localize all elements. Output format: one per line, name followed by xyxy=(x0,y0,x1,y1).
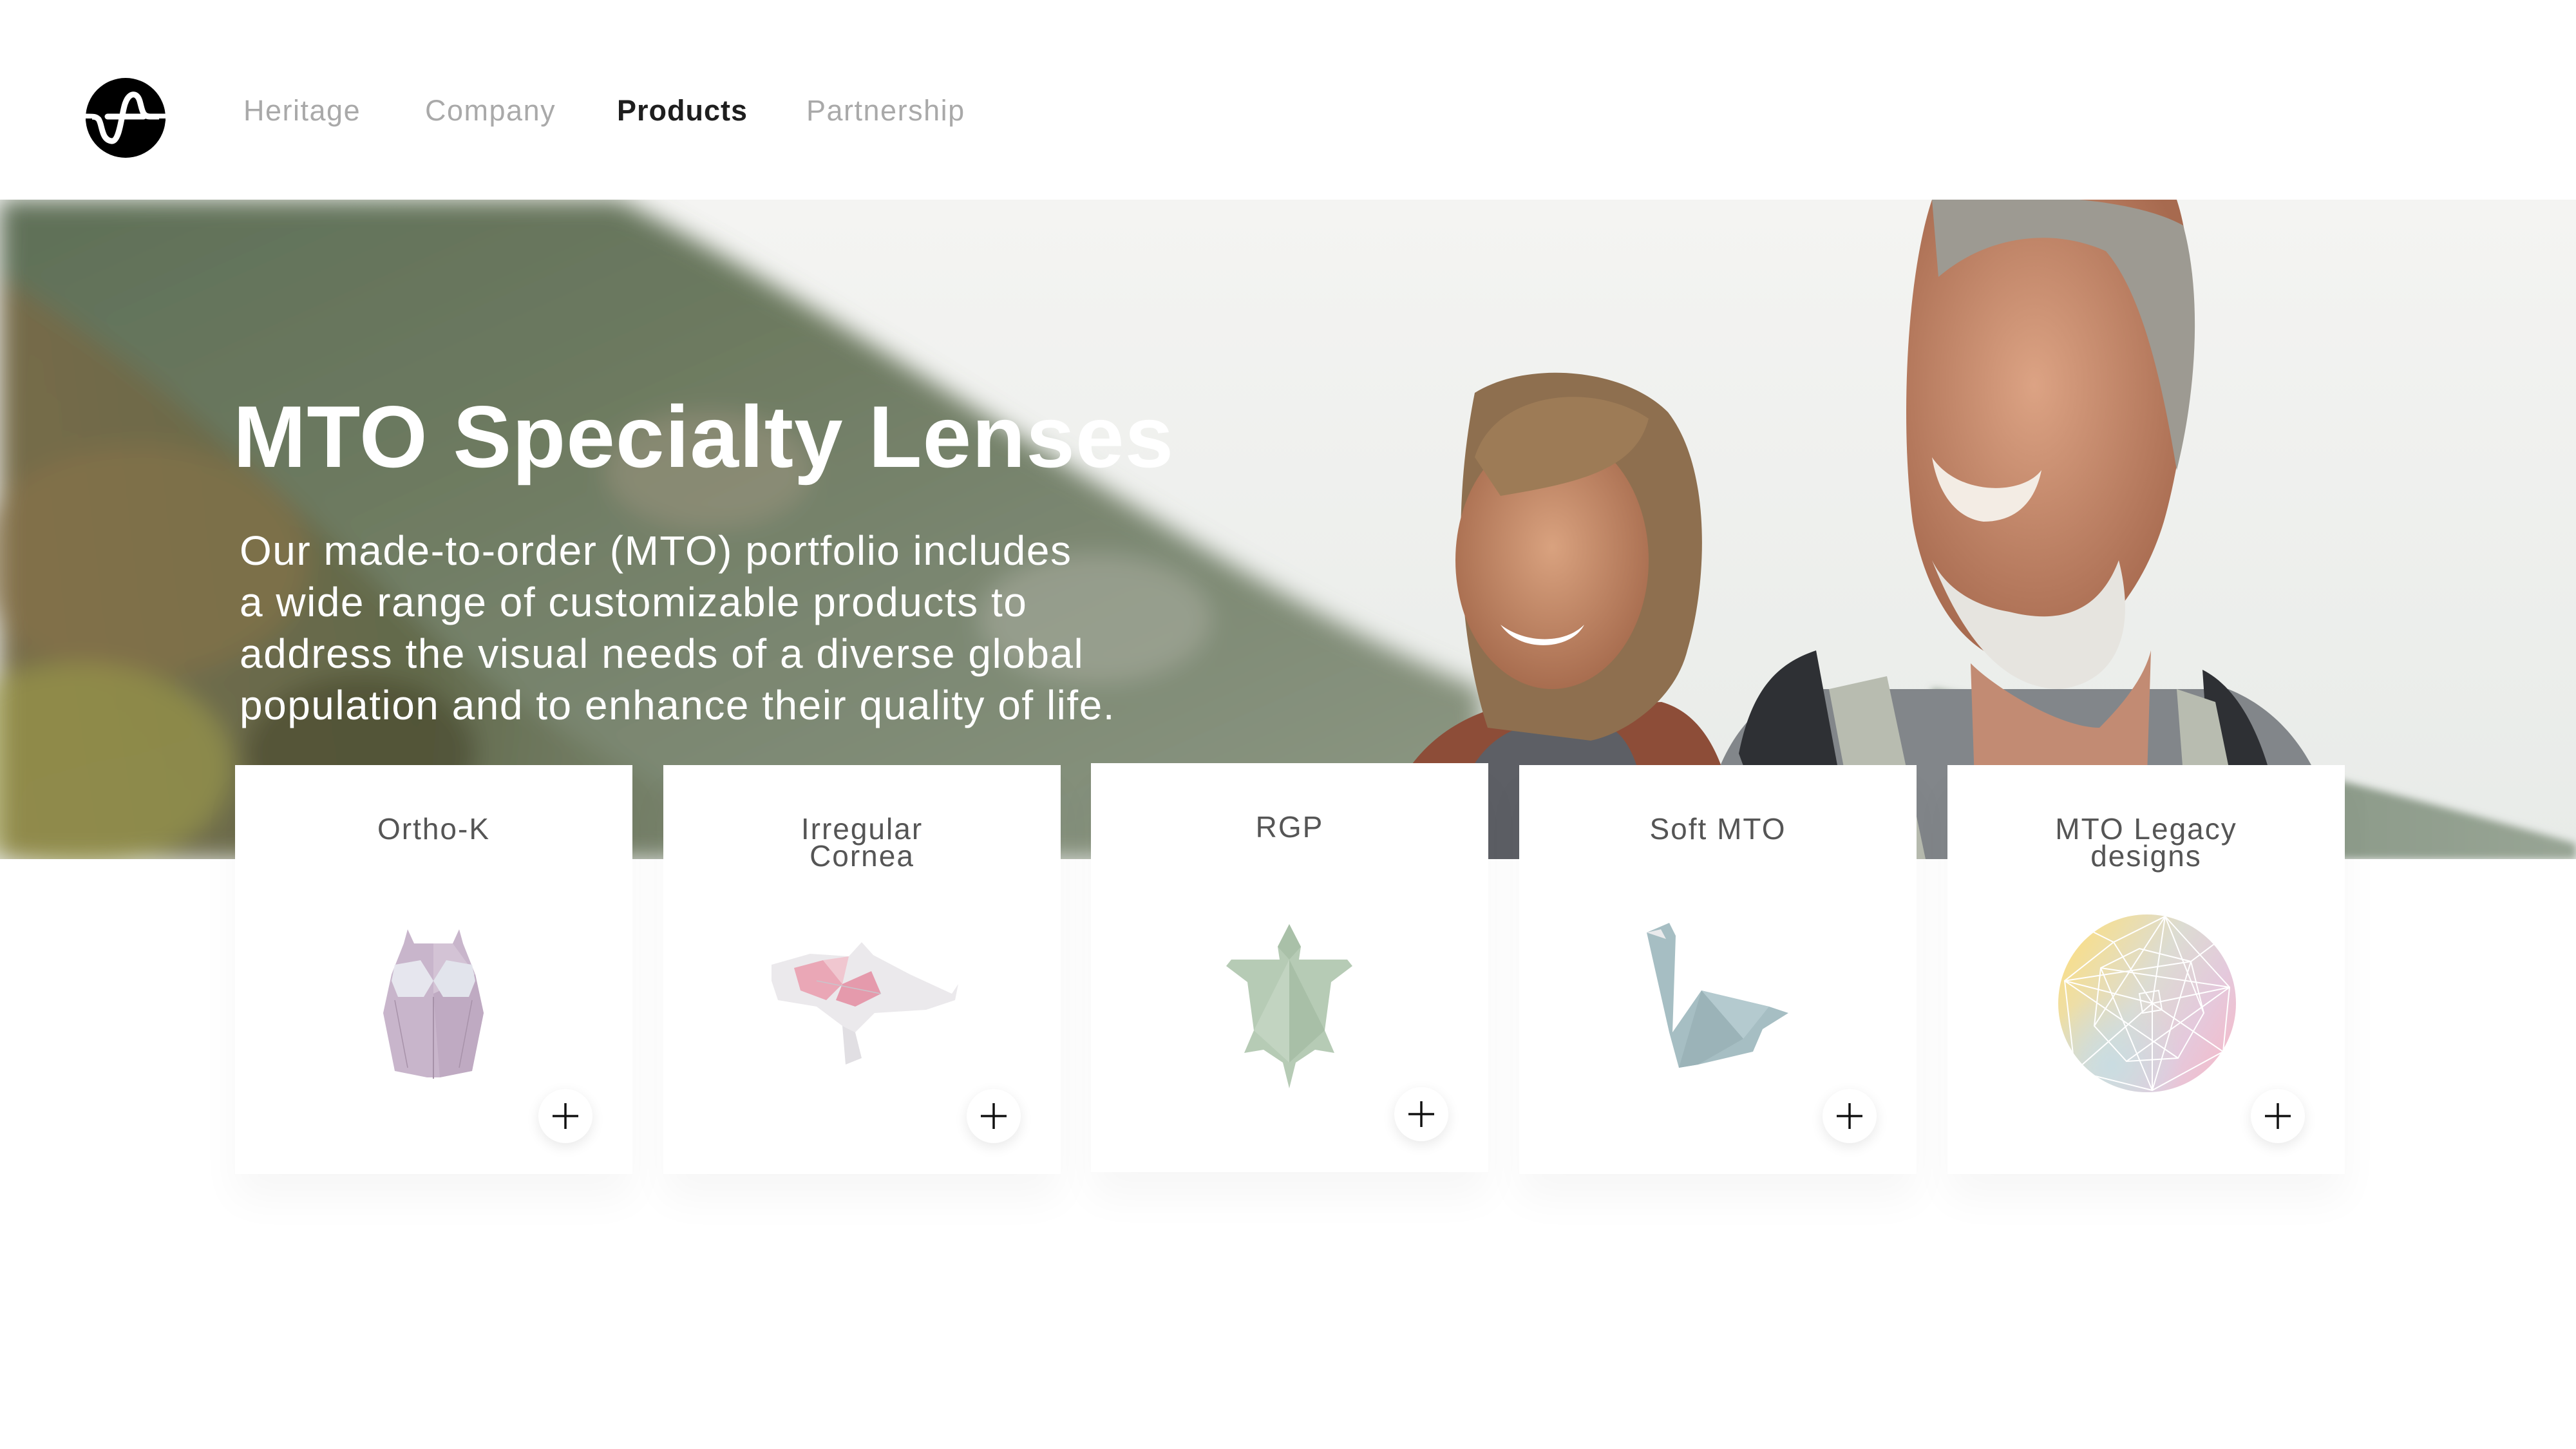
expand-button[interactable] xyxy=(538,1089,592,1143)
product-card-mto-legacy-designs[interactable]: MTO Legacy designs xyxy=(1947,765,2345,1174)
expand-button[interactable] xyxy=(2251,1089,2305,1143)
origami-turtle-icon xyxy=(1226,924,1352,1088)
origami-owl-icon xyxy=(383,929,484,1079)
nav-item-partnership[interactable]: Partnership xyxy=(806,94,965,128)
nav-item-company[interactable]: Company xyxy=(425,94,556,128)
plus-icon xyxy=(2265,1103,2291,1129)
geometric-lens-pattern-icon xyxy=(2058,914,2236,1092)
card-title-line: RGP xyxy=(1255,810,1324,844)
product-card-ortho-k[interactable]: Ortho-K xyxy=(235,765,632,1174)
hero-banner: MTO Specialty Lenses Our made-to-order (… xyxy=(0,200,2576,859)
origami-swan-icon xyxy=(1647,923,1788,1068)
hero-description-line: a wide range of customizable products to xyxy=(240,579,1028,625)
card-title-line: Soft MTO xyxy=(1649,812,1786,846)
hero-description-line: population and to enhance their quality … xyxy=(240,682,1116,728)
wave-circle-logo-icon[interactable] xyxy=(86,78,166,158)
plus-icon xyxy=(1837,1103,1862,1129)
card-title: Irregular Cornea xyxy=(663,812,1061,873)
card-title: Ortho-K xyxy=(235,812,632,846)
product-card-soft-mto[interactable]: Soft MTO xyxy=(1519,765,1917,1174)
expand-button[interactable] xyxy=(967,1089,1021,1143)
hero-title: MTO Specialty Lenses xyxy=(233,388,1175,486)
card-title-line: Ortho-K xyxy=(377,812,491,846)
nav-item-heritage[interactable]: Heritage xyxy=(243,94,361,128)
product-card-irregular-cornea[interactable]: Irregular Cornea xyxy=(663,765,1061,1174)
card-title-line: MTO Legacy xyxy=(2055,812,2237,846)
card-title: RGP xyxy=(1091,810,1488,844)
product-card-rgp[interactable]: RGP xyxy=(1091,763,1488,1172)
hero-description-line: address the visual needs of a diverse gl… xyxy=(240,630,1084,677)
plus-icon xyxy=(1408,1101,1434,1127)
plus-icon xyxy=(981,1103,1007,1129)
plus-icon xyxy=(553,1103,578,1129)
site-header: Heritage Company Products Partnership xyxy=(0,0,2576,200)
card-title: MTO Legacy designs xyxy=(1947,812,2345,873)
origami-koi-fish-icon xyxy=(772,942,958,1065)
expand-button[interactable] xyxy=(1823,1089,1877,1143)
card-title-line: designs xyxy=(2090,839,2202,873)
hero-description: Our made-to-order (MTO) portfolio includ… xyxy=(240,525,1244,731)
expand-button[interactable] xyxy=(1394,1087,1448,1141)
card-title-line: Irregular xyxy=(800,812,923,846)
nav-item-products[interactable]: Products xyxy=(617,94,748,128)
card-title: Soft MTO xyxy=(1519,812,1917,846)
hero-description-line: Our made-to-order (MTO) portfolio includ… xyxy=(240,527,1072,574)
card-title-line: Cornea xyxy=(810,839,914,873)
